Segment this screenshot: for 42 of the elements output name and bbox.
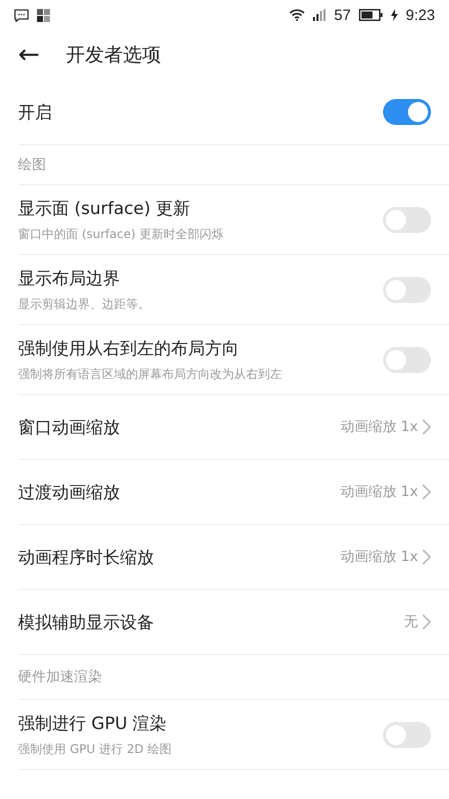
toggle-switch[interactable]	[383, 346, 431, 372]
setting-title: 窗口动画缩放	[18, 416, 121, 438]
setting-title: 强制使用从右到左的布局方向	[18, 338, 240, 360]
signal-icon	[313, 9, 326, 21]
setting-title: 动画程序时长缩放	[18, 546, 155, 568]
setting-row[interactable]: 过渡动画缩放 动画缩放 1x	[18, 460, 449, 525]
toggle-switch[interactable]	[383, 206, 431, 232]
setting-description: 显示剪辑边界、边距等。	[18, 296, 151, 312]
battery-icon	[358, 9, 383, 21]
section-header: 绘图	[18, 156, 46, 174]
setting-value: 无	[404, 613, 418, 631]
grid-icon	[37, 8, 50, 22]
clock-time: 9:23	[406, 6, 435, 24]
setting-title: 模拟辅助显示设备	[18, 612, 155, 634]
chevron-right-icon	[422, 484, 431, 500]
page-title: 开发者选项	[66, 43, 161, 68]
setting-value: 动画缩放 1x	[340, 548, 418, 566]
back-button[interactable]: ←	[18, 42, 40, 68]
setting-title: 显示面 (surface) 更新	[18, 198, 191, 220]
section-header: 硬件加速渲染	[18, 668, 102, 686]
message-icon	[14, 8, 29, 22]
chevron-right-icon	[422, 549, 431, 565]
setting-title: 显示布局边界	[18, 268, 121, 290]
wifi-icon	[289, 9, 306, 21]
setting-row[interactable]: 模拟辅助显示设备 无	[18, 590, 449, 655]
setting-description: 强制将所有语言区域的屏幕布局方向改为从右到左	[18, 366, 283, 382]
setting-row[interactable]: 窗口动画缩放 动画缩放 1x	[18, 395, 449, 460]
setting-value: 动画缩放 1x	[340, 418, 418, 436]
setting-title: 开启	[18, 102, 53, 124]
toggle-switch[interactable]	[383, 276, 431, 302]
setting-value: 动画缩放 1x	[340, 483, 418, 501]
setting-title: 过渡动画缩放	[18, 482, 121, 504]
chevron-right-icon	[422, 614, 431, 630]
setting-row[interactable]: 动画程序时长缩放 动画缩放 1x	[18, 525, 449, 590]
setting-description: 窗口中的面 (surface) 更新时全部闪烁	[18, 226, 224, 242]
chevron-right-icon	[422, 419, 431, 435]
battery-level: 57	[334, 6, 351, 24]
toggle-switch[interactable]	[383, 99, 431, 125]
toggle-switch[interactable]	[383, 722, 431, 748]
setting-title: 强制进行 GPU 渲染	[18, 712, 168, 734]
setting-description: 强制使用 GPU 进行 2D 绘图	[18, 740, 172, 758]
charging-icon	[390, 9, 398, 21]
